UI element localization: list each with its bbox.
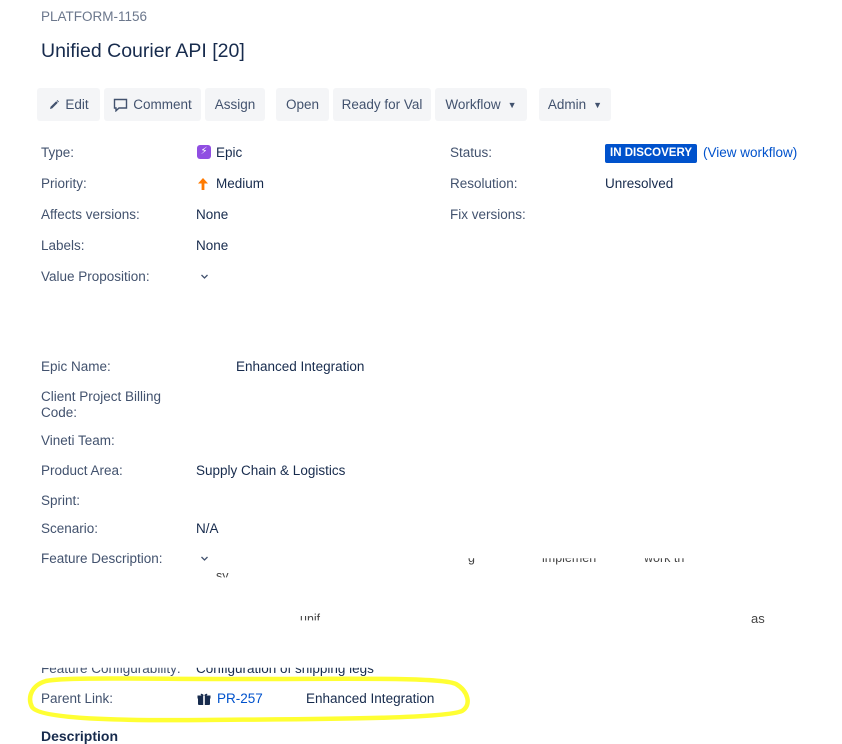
fix-versions-label: Fix versions: bbox=[450, 207, 526, 222]
parent-link-summary: Enhanced Integration bbox=[306, 691, 435, 706]
affects-versions-label: Affects versions: bbox=[41, 207, 140, 222]
value-proposition-label: Value Proposition: bbox=[41, 269, 150, 284]
chevron-down-icon: ▼ bbox=[593, 99, 603, 110]
feature-description-label: Feature Description: bbox=[41, 551, 163, 566]
chevron-down-icon[interactable] bbox=[200, 272, 209, 281]
sprint-label: Sprint: bbox=[41, 493, 81, 508]
vineti-team-label: Vineti Team: bbox=[41, 433, 115, 448]
assign-button[interactable]: Assign bbox=[205, 88, 265, 121]
admin-dropdown[interactable]: Admin ▼ bbox=[539, 88, 611, 121]
labels-value[interactable]: None bbox=[196, 238, 228, 253]
feature-configurability-label: Feature Configurability: bbox=[41, 661, 181, 676]
edit-button-label: Edit bbox=[65, 97, 89, 112]
comment-button-label: Comment bbox=[133, 97, 192, 112]
affects-versions-value[interactable]: None bbox=[196, 207, 228, 222]
admin-label: Admin bbox=[547, 97, 587, 112]
status-badge[interactable]: IN DISCOVERY bbox=[605, 144, 698, 163]
description-fragment: unif bbox=[300, 612, 321, 626]
feature-configurability-value[interactable]: Configuration of shipping legs bbox=[196, 668, 374, 676]
workflow-dropdown[interactable]: Workflow ▼ bbox=[435, 88, 527, 121]
arrow-up-icon bbox=[198, 178, 208, 190]
product-area-label: Product Area: bbox=[41, 463, 123, 478]
priority-label: Priority: bbox=[41, 176, 87, 191]
issue-title[interactable]: Unified Courier API [20] bbox=[41, 40, 245, 63]
epic-name-value[interactable]: Enhanced Integration bbox=[236, 359, 364, 374]
product-area-value[interactable]: Supply Chain & Logistics bbox=[196, 463, 345, 478]
description-heading: Description bbox=[41, 728, 119, 744]
workflow-label: Workflow bbox=[445, 97, 501, 112]
view-workflow-link[interactable]: (View workflow) bbox=[703, 145, 797, 160]
billing-code-label-line2: Code: bbox=[41, 405, 78, 420]
parent-link-label: Parent Link: bbox=[41, 691, 114, 706]
description-fragment: work th bbox=[644, 551, 685, 565]
open-button[interactable]: Open bbox=[276, 88, 329, 121]
parent-link-key[interactable]: PR-257 bbox=[217, 691, 263, 706]
gift-box-icon bbox=[197, 693, 211, 705]
epic-name-label: Epic Name: bbox=[41, 359, 111, 374]
issue-key[interactable]: PLATFORM-1156 bbox=[41, 9, 147, 24]
labels-label: Labels: bbox=[41, 238, 85, 253]
resolution-label: Resolution: bbox=[450, 176, 518, 191]
lightning-epic-icon: ⚡ bbox=[197, 145, 211, 159]
description-fragment: g bbox=[468, 551, 475, 565]
ready-for-val-button[interactable]: Ready for Val bbox=[333, 88, 431, 121]
description-fragment: sy bbox=[216, 569, 229, 583]
pencil-icon bbox=[50, 99, 60, 109]
type-label: Type: bbox=[41, 145, 75, 160]
billing-code-label: Client Project Billing bbox=[41, 389, 162, 404]
open-button-label: Open bbox=[285, 97, 320, 112]
priority-value[interactable]: Medium bbox=[216, 176, 264, 191]
type-value[interactable]: Epic bbox=[216, 145, 242, 160]
speech-bubble-icon bbox=[114, 98, 128, 112]
chevron-down-icon: ▼ bbox=[507, 99, 517, 110]
description-fragment: as bbox=[751, 611, 765, 626]
comment-button[interactable]: Comment bbox=[104, 88, 201, 121]
scenario-label: Scenario: bbox=[41, 521, 99, 536]
edit-button[interactable]: Edit bbox=[37, 88, 100, 121]
resolution-value: Unresolved bbox=[605, 176, 674, 191]
scenario-value[interactable]: N/A bbox=[196, 521, 219, 536]
chevron-down-icon[interactable] bbox=[200, 554, 209, 563]
ready-for-val-label: Ready for Val bbox=[341, 97, 423, 112]
assign-button-label: Assign bbox=[214, 97, 256, 112]
description-fragment: implemen bbox=[542, 551, 597, 565]
status-label: Status: bbox=[450, 145, 493, 160]
